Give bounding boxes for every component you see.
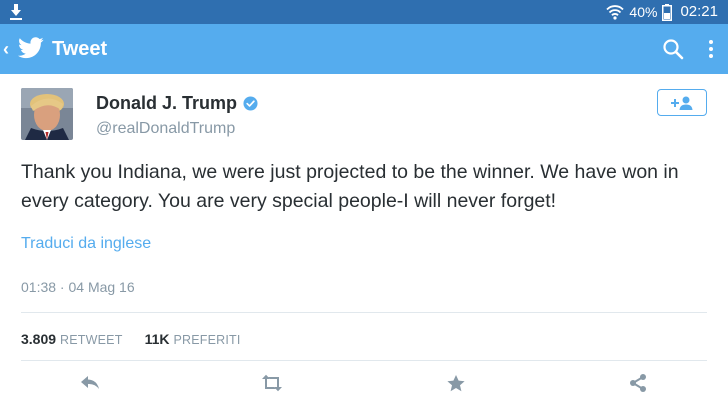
avatar[interactable] bbox=[21, 88, 73, 140]
tweet-timestamp: 01:38 · 04 Mag 16 bbox=[21, 279, 135, 295]
favorite-button[interactable] bbox=[444, 372, 468, 394]
divider bbox=[21, 312, 707, 313]
favorite-count[interactable]: 11K bbox=[145, 329, 170, 349]
tweet-action-bar bbox=[0, 368, 728, 398]
tweet-text: Thank you Indiana, we were just projecte… bbox=[21, 161, 679, 212]
status-bar: 40% 02:21 bbox=[0, 0, 728, 24]
display-name-text: Donald J. Trump bbox=[96, 93, 238, 113]
wifi-icon bbox=[606, 5, 625, 20]
favorite-label[interactable]: PREFERITI bbox=[173, 330, 240, 350]
page-title: Tweet bbox=[52, 38, 108, 60]
battery-icon bbox=[662, 3, 673, 21]
twitter-bird-icon[interactable] bbox=[18, 37, 44, 59]
star-icon bbox=[447, 374, 465, 391]
retweet-icon bbox=[262, 374, 282, 392]
search-icon[interactable] bbox=[662, 38, 684, 60]
user-handle[interactable]: @realDonaldTrump bbox=[96, 118, 235, 140]
retweet-label[interactable]: RETWEET bbox=[60, 330, 123, 350]
divider bbox=[21, 360, 707, 361]
more-vertical-icon[interactable] bbox=[704, 37, 718, 61]
share-icon bbox=[630, 374, 646, 392]
tweet-stats: 3.809 RETWEET 11K PREFERITI bbox=[21, 329, 241, 350]
clock-time: 02:21 bbox=[680, 3, 718, 20]
reply-button[interactable] bbox=[78, 372, 102, 394]
follow-user-icon bbox=[671, 96, 693, 110]
reply-icon bbox=[81, 376, 99, 389]
status-indicators: 40% 02:21 bbox=[606, 2, 718, 22]
retweet-count[interactable]: 3.809 bbox=[21, 329, 56, 349]
share-button[interactable] bbox=[626, 372, 650, 394]
app-bar: ‹ Tweet bbox=[0, 24, 728, 74]
verified-badge-icon bbox=[243, 95, 258, 111]
retweet-button[interactable] bbox=[260, 372, 284, 394]
battery-percentage: 40% bbox=[629, 4, 658, 20]
download-icon bbox=[10, 4, 22, 20]
display-name[interactable]: Donald J. Trump bbox=[96, 92, 258, 114]
follow-button[interactable] bbox=[657, 89, 707, 116]
avatar-image bbox=[21, 88, 73, 140]
translate-link[interactable]: Traduci da inglese bbox=[21, 233, 151, 255]
chevron-left-icon[interactable]: ‹ bbox=[3, 38, 9, 60]
